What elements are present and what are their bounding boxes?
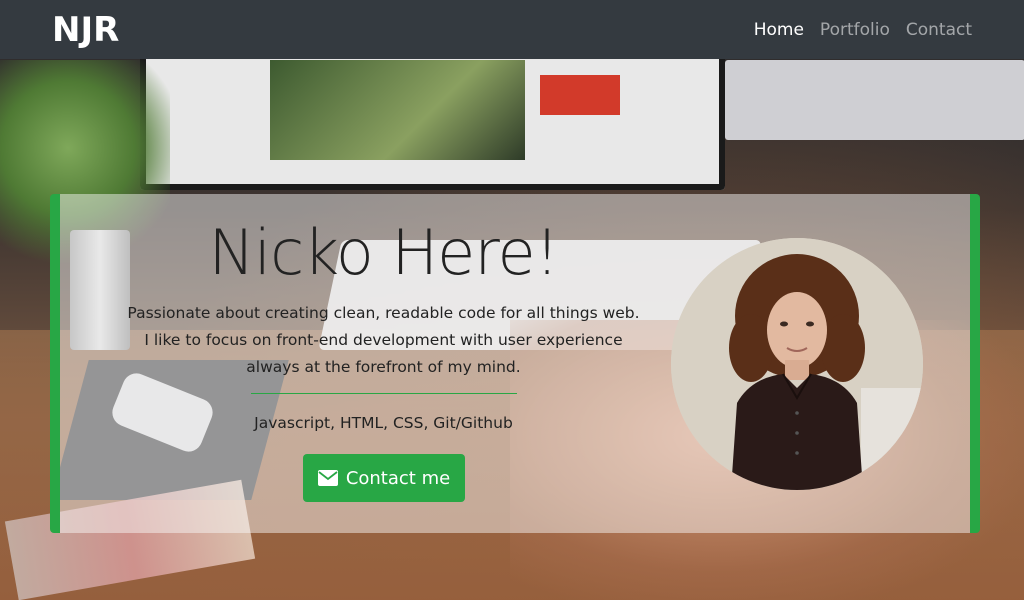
contact-me-button[interactable]: Contact me	[303, 454, 465, 502]
hero-title: Nicko Here!	[208, 216, 560, 289]
hero-description-line: I like to focus on front-end development…	[144, 331, 623, 349]
nav-link-home[interactable]: Home	[754, 20, 804, 40]
divider	[251, 393, 517, 394]
hero-description: Passionate about creating clean, readabl…	[100, 300, 667, 381]
hero-description-line: Passionate about creating clean, readabl…	[127, 304, 640, 322]
brand-logo[interactable]: NJR	[52, 10, 119, 50]
monitor	[140, 40, 725, 190]
envelope-icon	[317, 470, 338, 486]
hero-card: Nicko Here! Passionate about creating cl…	[50, 194, 980, 533]
profile-photo	[671, 238, 923, 490]
navbar: NJR Home Portfolio Contact	[0, 0, 1024, 59]
laptop	[725, 60, 1024, 140]
skills-list: Javascript, HTML, CSS, Git/Github	[254, 414, 513, 432]
contact-me-label: Contact me	[345, 467, 451, 489]
nav-link-contact[interactable]: Contact	[906, 20, 972, 40]
hero-description-line: always at the forefront of my mind.	[246, 358, 521, 376]
nav-links: Home Portfolio Contact	[754, 20, 972, 40]
nav-link-portfolio[interactable]: Portfolio	[820, 20, 890, 40]
